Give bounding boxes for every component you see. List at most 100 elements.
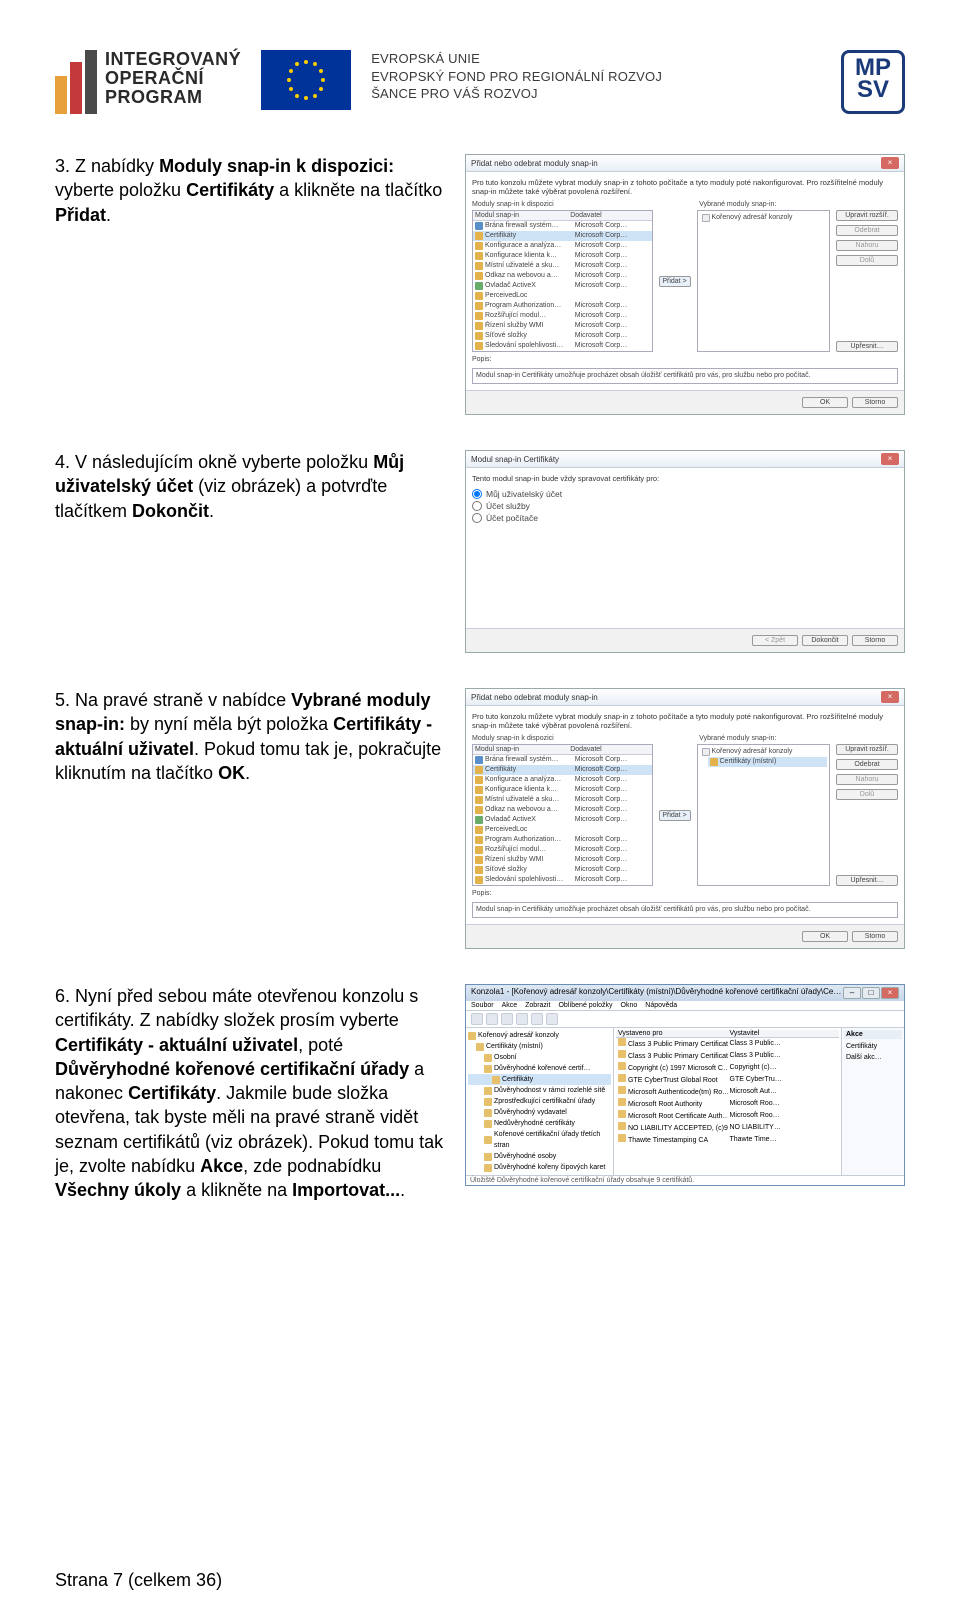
add-button[interactable]: Přidat > (659, 276, 691, 287)
remove-button[interactable]: Odebrat (836, 759, 898, 770)
list-item[interactable]: Konfigurace klienta k…Microsoft Corp… (473, 785, 652, 795)
tree-item[interactable]: Důvěryhodnost v rámci rozlehlé sítě (468, 1085, 611, 1096)
menu-item[interactable]: Oblíbené položky (558, 1002, 612, 1009)
menu-item[interactable]: Okno (621, 1002, 638, 1009)
list-item[interactable]: Sledování spolehlivosti…Microsoft Corp… (473, 341, 652, 351)
list-item[interactable]: Rozšířující modul…Microsoft Corp… (473, 311, 652, 321)
radio-input[interactable] (472, 513, 482, 523)
list-item[interactable]: Konfigurace a analýza…Microsoft Corp… (473, 775, 652, 785)
add-button[interactable]: Přidat > (659, 810, 691, 821)
list-item[interactable]: Program Authorization…Microsoft Corp… (473, 835, 652, 845)
ok-button[interactable]: OK (802, 931, 848, 942)
toolbar-icon[interactable] (546, 1013, 558, 1025)
close-icon[interactable]: × (881, 691, 899, 703)
available-list[interactable]: Modul snap-in Dodavatel Brána firewall s… (472, 744, 653, 886)
minimize-icon[interactable]: – (843, 987, 861, 999)
menu-item[interactable]: Akce (502, 1002, 518, 1009)
cancel-button[interactable]: Storno (852, 931, 898, 942)
list-item[interactable]: Odkaz na webovou a…Microsoft Corp… (473, 271, 652, 281)
toolbar-icon[interactable] (531, 1013, 543, 1025)
close-icon[interactable]: × (881, 157, 899, 169)
remove-button[interactable]: Odebrat (836, 225, 898, 236)
cancel-button[interactable]: Storno (852, 397, 898, 408)
list-item[interactable]: Ovladač ActiveXMicrosoft Corp… (473, 281, 652, 291)
menu-item[interactable]: Soubor (471, 1002, 494, 1009)
list-item[interactable]: Sledování spolehlivosti…Microsoft Corp… (473, 875, 652, 885)
edit-ext-button[interactable]: Upravit rozšíř. (836, 210, 898, 221)
table-row[interactable]: Thawte Timestamping CAThawte Time… (616, 1134, 839, 1146)
radio-service[interactable]: Účet služby (472, 500, 898, 512)
table-row[interactable]: Class 3 Public Primary Certificat…Class … (616, 1050, 839, 1062)
radio-input[interactable] (472, 489, 482, 499)
up-button[interactable]: Nahoru (836, 240, 898, 251)
table-row[interactable]: Class 3 Public Primary Certificat…Class … (616, 1038, 839, 1050)
toolbar-icon[interactable] (501, 1013, 513, 1025)
table-row[interactable]: Microsoft Root AuthorityMicrosoft Roo… (616, 1098, 839, 1110)
maximize-icon[interactable]: □ (862, 987, 880, 999)
list-item[interactable]: PerceivedLoc (473, 291, 652, 301)
close-icon[interactable]: × (881, 987, 899, 999)
toolbar-icon[interactable] (516, 1013, 528, 1025)
available-list[interactable]: Modul snap-in Dodavatel Brána firewall s… (472, 210, 653, 352)
tree-item[interactable]: Osobní (468, 1052, 611, 1063)
toolbar-icon[interactable] (471, 1013, 483, 1025)
list-item[interactable]: Řízení služby WMIMicrosoft Corp… (473, 855, 652, 865)
list-item[interactable]: Místní uživatelé a sku…Microsoft Corp… (473, 261, 652, 271)
back-button[interactable]: < Zpět (752, 635, 798, 646)
actions-item[interactable]: Certifikáty (844, 1041, 902, 1052)
cert-list[interactable]: Vystaveno pro Vystavitel Class 3 Public … (614, 1028, 842, 1175)
radio-computer[interactable]: Účet počítače (472, 512, 898, 524)
selected-list[interactable]: Kořenový adresář konzoly (697, 210, 831, 352)
nav-tree[interactable]: Kořenový adresář konzolyCertifikáty (mís… (466, 1028, 614, 1175)
list-item[interactable]: Konfigurace klienta k…Microsoft Corp… (473, 251, 652, 261)
table-row[interactable]: Copyright (c) 1997 Microsoft C…Copyright… (616, 1062, 839, 1074)
advanced-button[interactable]: Upřesnit… (836, 875, 898, 886)
tree-item[interactable]: Důvěryhodné kořeny čipových karet (468, 1162, 611, 1173)
table-row[interactable]: Microsoft Root Certificate Auth…Microsof… (616, 1110, 839, 1122)
list-item[interactable]: CertifikátyMicrosoft Corp… (473, 231, 652, 241)
ok-button[interactable]: OK (802, 397, 848, 408)
list-item[interactable]: Řízení služby WMIMicrosoft Corp… (473, 321, 652, 331)
radio-input[interactable] (472, 501, 482, 511)
up-button[interactable]: Nahoru (836, 774, 898, 785)
table-row[interactable]: NO LIABILITY ACCEPTED, (c)97 …NO LIABILI… (616, 1122, 839, 1134)
list-item[interactable]: Konfigurace a analýza…Microsoft Corp… (473, 241, 652, 251)
tree-item[interactable]: Nedůvěryhodné certifikáty (468, 1118, 611, 1129)
close-icon[interactable]: × (881, 453, 899, 465)
selected-list[interactable]: Kořenový adresář konzoly Certifikáty (mí… (697, 744, 831, 886)
tree-item[interactable]: Certifikáty (468, 1074, 611, 1085)
list-item[interactable]: Ovladač ActiveXMicrosoft Corp… (473, 815, 652, 825)
tree-item[interactable]: Důvěryhodné kořenové certif… (468, 1063, 611, 1074)
radio-my-user[interactable]: Můj uživatelský účet (472, 488, 898, 500)
down-button[interactable]: Dolů (836, 789, 898, 800)
menu-item[interactable]: Nápověda (645, 1002, 677, 1009)
list-item[interactable]: Brána firewall systém…Microsoft Corp… (473, 221, 652, 231)
cancel-button[interactable]: Storno (852, 635, 898, 646)
tree-item[interactable]: Důvěryhodný vydavatel (468, 1107, 611, 1118)
table-row[interactable]: GTE CyberTrust Global RootGTE CyberTru… (616, 1074, 839, 1086)
list-item[interactable]: Brána firewall systém…Microsoft Corp… (473, 755, 652, 765)
toolbar[interactable] (466, 1011, 904, 1028)
tree-item[interactable]: Kořenové certifikační úřady třetích stra… (468, 1129, 611, 1151)
down-button[interactable]: Dolů (836, 255, 898, 266)
tree-item[interactable]: Kořenový adresář konzoly (468, 1030, 611, 1041)
list-item[interactable]: Místní uživatelé a sku…Microsoft Corp… (473, 795, 652, 805)
list-item[interactable]: Síťové složkyMicrosoft Corp… (473, 865, 652, 875)
list-item[interactable]: PerceivedLoc (473, 825, 652, 835)
tree-item[interactable]: Certifikáty (místní) (468, 1041, 611, 1052)
edit-ext-button[interactable]: Upravit rozšíř. (836, 744, 898, 755)
menu-item[interactable]: Zobrazit (525, 1002, 550, 1009)
toolbar-icon[interactable] (486, 1013, 498, 1025)
list-item[interactable]: Program Authorization…Microsoft Corp… (473, 301, 652, 311)
tree-item[interactable]: Důvěryhodné osoby (468, 1151, 611, 1162)
list-item[interactable]: Síťové složkyMicrosoft Corp… (473, 331, 652, 341)
list-item[interactable]: CertifikátyMicrosoft Corp… (473, 765, 652, 775)
advanced-button[interactable]: Upřesnit… (836, 341, 898, 352)
actions-item[interactable]: Další akc… (844, 1052, 902, 1063)
list-item[interactable]: Odkaz na webovou a…Microsoft Corp… (473, 805, 652, 815)
list-item[interactable]: Rozšířující modul…Microsoft Corp… (473, 845, 652, 855)
menu-bar[interactable]: Soubor Akce Zobrazit Oblíbené položky Okno Ná… (466, 1001, 904, 1011)
tree-item[interactable]: Zprostředkující certifikační úřady (468, 1096, 611, 1107)
table-row[interactable]: Microsoft Authenticode(tm) Ro…Microsoft … (616, 1086, 839, 1098)
finish-button[interactable]: Dokončit (802, 635, 848, 646)
